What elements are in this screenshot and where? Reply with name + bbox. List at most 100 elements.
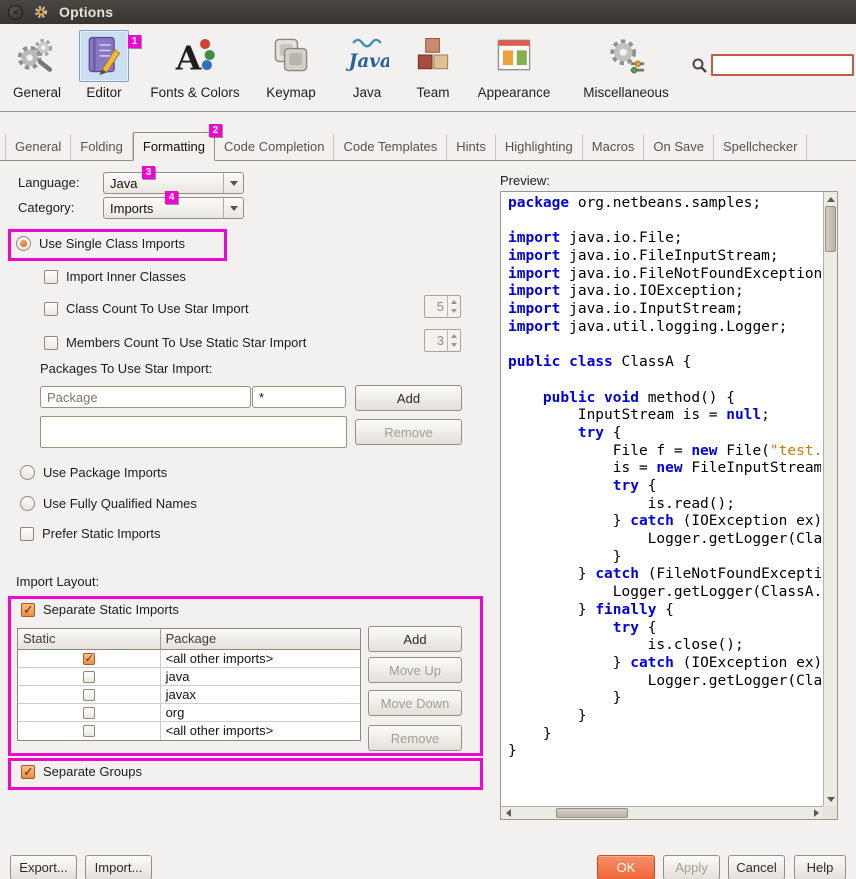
package-column-header[interactable]: Package bbox=[161, 629, 360, 650]
formatting-form: Language: Java 3 Category: Imports 4 Use… bbox=[0, 162, 492, 844]
row-package-value[interactable]: <all other imports> bbox=[161, 650, 360, 667]
checkbox[interactable] bbox=[21, 603, 35, 617]
tab-macros[interactable]: Macros bbox=[583, 134, 645, 160]
star-import-remove-button[interactable]: Remove bbox=[355, 419, 462, 445]
row-package-value[interactable]: javax bbox=[161, 686, 360, 703]
separate-groups-checkbox-row[interactable]: Separate Groups bbox=[21, 764, 142, 779]
titlebar: × Options bbox=[0, 0, 856, 24]
keymap-keys-icon bbox=[269, 33, 313, 80]
import-inner-classes-checkbox-row[interactable]: Import Inner Classes bbox=[44, 269, 186, 284]
table-row[interactable]: java bbox=[18, 668, 360, 686]
tab-highlighting[interactable]: Highlighting bbox=[496, 134, 583, 160]
category-fonts-colors[interactable]: A Fonts & Colors bbox=[142, 30, 248, 100]
class-count-spinner[interactable]: 5 bbox=[424, 295, 461, 318]
category-team[interactable]: Team bbox=[406, 30, 460, 100]
cancel-button[interactable]: Cancel bbox=[728, 855, 785, 879]
spinner-arrows[interactable] bbox=[447, 296, 460, 317]
window-close-button[interactable]: × bbox=[8, 5, 23, 20]
search-area bbox=[691, 54, 854, 76]
use-single-class-imports-radio-row[interactable]: Use Single Class Imports bbox=[16, 236, 185, 251]
star-import-add-button[interactable]: Add bbox=[355, 385, 462, 411]
import-button[interactable]: Import... bbox=[85, 855, 152, 879]
members-count-spinner[interactable]: 3 bbox=[424, 329, 461, 352]
editor-tabbar: General Folding Formatting 2 Code Comple… bbox=[0, 132, 856, 161]
table-row[interactable]: <all other imports> bbox=[18, 722, 360, 740]
checkbox-label: Separate Static Imports bbox=[43, 602, 179, 617]
tab-general[interactable]: General bbox=[5, 134, 71, 160]
table-row[interactable]: <all other imports> bbox=[18, 650, 360, 668]
category-java[interactable]: Java Java bbox=[338, 30, 396, 100]
dialog-footer: Export... Import... OK Apply Cancel Help bbox=[0, 843, 856, 879]
members-count-checkbox-row[interactable]: Members Count To Use Static Star Import bbox=[44, 335, 306, 350]
export-button[interactable]: Export... bbox=[10, 855, 77, 879]
layout-move-up-button[interactable]: Move Up bbox=[368, 657, 462, 683]
class-count-checkbox-row[interactable]: Class Count To Use Star Import bbox=[44, 301, 249, 316]
scroll-up-icon[interactable] bbox=[824, 192, 837, 205]
row-package-value[interactable]: <all other imports> bbox=[161, 722, 360, 740]
use-package-imports-radio-row[interactable]: Use Package Imports bbox=[20, 465, 167, 480]
tab-on-save[interactable]: On Save bbox=[644, 134, 714, 160]
row-static-checkbox[interactable] bbox=[83, 707, 95, 719]
horizontal-scrollbar-thumb[interactable] bbox=[556, 808, 628, 818]
star-import-pattern-column[interactable]: * bbox=[252, 386, 346, 408]
tab-folding[interactable]: Folding bbox=[71, 134, 133, 160]
row-static-checkbox[interactable] bbox=[83, 671, 95, 683]
search-input[interactable] bbox=[711, 54, 854, 76]
scrollbar-corner bbox=[823, 806, 837, 819]
row-static-checkbox[interactable] bbox=[83, 653, 95, 665]
category-label: Fonts & Colors bbox=[142, 85, 248, 100]
layout-remove-button[interactable]: Remove bbox=[368, 725, 462, 751]
tab-code-completion[interactable]: Code Completion bbox=[215, 134, 334, 160]
category-editor[interactable]: 1 Editor bbox=[78, 30, 130, 100]
vertical-scrollbar-thumb[interactable] bbox=[825, 206, 836, 252]
checkbox[interactable] bbox=[20, 527, 34, 541]
vertical-scrollbar[interactable] bbox=[823, 192, 837, 806]
star-import-list[interactable] bbox=[40, 416, 347, 448]
star-import-package-column[interactable]: Package bbox=[40, 386, 251, 408]
use-fully-qualified-names-radio-row[interactable]: Use Fully Qualified Names bbox=[20, 496, 197, 511]
tab-hints[interactable]: Hints bbox=[447, 134, 496, 160]
tab-code-templates[interactable]: Code Templates bbox=[334, 134, 447, 160]
scroll-down-icon[interactable] bbox=[824, 793, 837, 806]
scroll-left-icon[interactable] bbox=[501, 807, 514, 819]
apply-button[interactable]: Apply bbox=[663, 855, 720, 879]
checkbox[interactable] bbox=[21, 765, 35, 779]
horizontal-scrollbar[interactable] bbox=[501, 806, 823, 819]
category-label: Category: bbox=[18, 200, 74, 215]
static-column-header[interactable]: Static bbox=[18, 629, 161, 650]
radio-button[interactable] bbox=[16, 236, 31, 251]
category-miscellaneous[interactable]: Miscellaneous bbox=[578, 30, 674, 100]
category-label: Team bbox=[406, 85, 460, 100]
help-button[interactable]: Help bbox=[794, 855, 846, 879]
category-label: Java bbox=[338, 85, 396, 100]
checkbox[interactable] bbox=[44, 336, 58, 350]
radio-button[interactable] bbox=[20, 465, 35, 480]
spinner-value: 5 bbox=[425, 296, 447, 317]
ok-button[interactable]: OK bbox=[597, 855, 655, 879]
category-keymap[interactable]: Keymap bbox=[258, 30, 324, 100]
layout-add-button[interactable]: Add bbox=[368, 626, 462, 652]
radio-button[interactable] bbox=[20, 496, 35, 511]
row-static-checkbox[interactable] bbox=[83, 725, 95, 737]
category-appearance[interactable]: Appearance bbox=[470, 30, 558, 100]
row-package-value[interactable]: java bbox=[161, 668, 360, 685]
checkbox[interactable] bbox=[44, 270, 58, 284]
tab-spellchecker[interactable]: Spellchecker bbox=[714, 134, 807, 160]
spinner-arrows[interactable] bbox=[447, 330, 460, 351]
table-row[interactable]: org bbox=[18, 704, 360, 722]
table-row[interactable]: javax bbox=[18, 686, 360, 704]
misc-gear-sliders-icon bbox=[604, 33, 648, 80]
row-package-value[interactable]: org bbox=[161, 704, 360, 721]
tab-formatting[interactable]: Formatting 2 bbox=[133, 132, 215, 161]
layout-move-down-button[interactable]: Move Down bbox=[368, 690, 462, 716]
scroll-right-icon[interactable] bbox=[810, 807, 823, 819]
window-gear-icon bbox=[33, 4, 49, 20]
svg-text:A: A bbox=[175, 38, 202, 76]
row-static-checkbox[interactable] bbox=[83, 689, 95, 701]
category-general[interactable]: General bbox=[8, 30, 66, 100]
fonts-colors-icon: A bbox=[173, 33, 217, 80]
separate-static-imports-checkbox-row[interactable]: Separate Static Imports bbox=[21, 602, 179, 617]
checkbox[interactable] bbox=[44, 302, 58, 316]
prefer-static-imports-checkbox-row[interactable]: Prefer Static Imports bbox=[20, 526, 160, 541]
table-header: Static Package bbox=[18, 629, 360, 650]
